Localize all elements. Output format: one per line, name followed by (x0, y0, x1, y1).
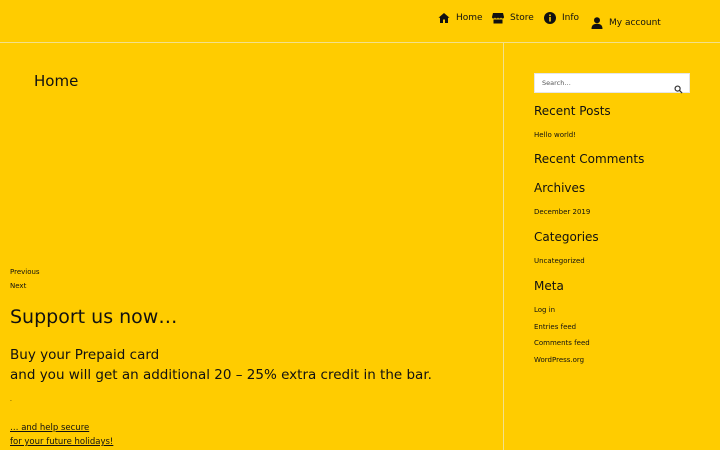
recent-post-link[interactable]: Hello world! (534, 131, 576, 139)
category-link[interactable]: Uncategorized (534, 257, 585, 265)
search-input[interactable] (535, 74, 669, 92)
meta-link-entries-feed[interactable]: Entries feed (534, 323, 576, 331)
secure-line-1[interactable]: … and help secure (10, 421, 113, 435)
meta-link-comments-feed[interactable]: Comments feed (534, 339, 590, 347)
next-link[interactable]: Next (10, 282, 26, 290)
separator-dot: . (10, 396, 12, 403)
archives-title: Archives (534, 181, 586, 195)
support-heading: Support us now… (10, 306, 178, 328)
nav-item-store-label: Store (510, 13, 534, 23)
nav-item-home-label: Home (456, 13, 483, 23)
nav-item-info[interactable]: Info (544, 12, 579, 24)
meta-title: Meta (534, 279, 564, 293)
prepaid-line-2: and you will get an additional 20 – 25% … (10, 367, 432, 383)
search-button[interactable] (674, 79, 683, 94)
prepaid-line-1: Buy your Prepaid card (10, 347, 160, 363)
secure-line-2[interactable]: for your future holidays! (10, 435, 113, 449)
nav-item-store[interactable]: Store (492, 12, 534, 24)
search-icon (674, 85, 683, 94)
content-sidebar-divider (503, 43, 504, 450)
prepaid-card-text: Buy your Prepaid card and you will get a… (10, 345, 432, 385)
meta-link-login[interactable]: Log in (534, 306, 555, 314)
nav-item-my-account[interactable]: My account (591, 17, 661, 29)
nav-item-my-account-label: My account (609, 18, 661, 28)
page-title: Home (34, 72, 79, 90)
store-icon (492, 13, 504, 24)
search-form (534, 73, 690, 94)
info-icon (544, 12, 556, 24)
user-icon (591, 17, 603, 29)
nav-item-info-label: Info (562, 13, 580, 23)
site-header: Home Store Info My account (0, 0, 720, 43)
previous-link[interactable]: Previous (10, 268, 40, 276)
meta-link-wordpress-org[interactable]: WordPress.org (534, 356, 584, 364)
categories-title: Categories (534, 230, 599, 244)
nav-item-home[interactable]: Home (438, 12, 483, 24)
main-navigation: Home Store Info My account (0, 0, 720, 43)
recent-posts-title: Recent Posts (534, 104, 611, 118)
secure-holidays-link[interactable]: … and help secure for your future holida… (10, 421, 113, 449)
recent-comments-title: Recent Comments (534, 152, 645, 166)
archive-link[interactable]: December 2019 (534, 208, 590, 216)
home-icon (438, 13, 450, 23)
